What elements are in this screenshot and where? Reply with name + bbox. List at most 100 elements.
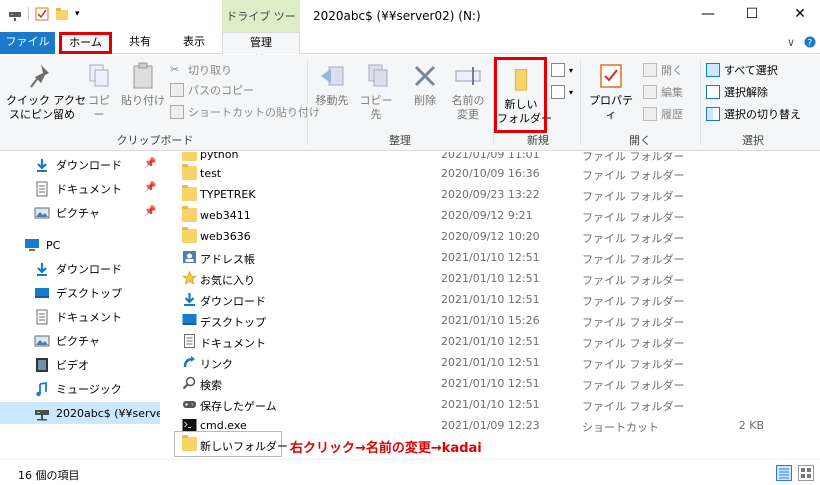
select-none-label: 選択解除 xyxy=(724,86,768,99)
tab-view[interactable]: 表示 xyxy=(170,32,218,54)
nav-item-network-drive[interactable]: 2020abc$ (¥¥server0 xyxy=(0,402,160,424)
list-item[interactable]: 検索 2021/01/10 12:51 ファイル フォルダー xyxy=(180,373,810,394)
list-item[interactable]: リンク 2021/01/10 12:51 ファイル フォルダー xyxy=(180,352,810,373)
delete-button[interactable]: 削除 xyxy=(410,59,440,108)
maximize-button[interactable]: ☐ xyxy=(742,6,762,22)
file-name: web3636 xyxy=(200,230,251,243)
properties-button[interactable]: プロパティ xyxy=(585,59,637,122)
edit-button[interactable]: 編集 xyxy=(643,83,683,101)
invert-selection-icon xyxy=(706,107,720,121)
delete-label: 削除 xyxy=(414,94,436,107)
nav-item-label: PC xyxy=(46,238,61,252)
list-item[interactable]: ダウンロード 2021/01/10 12:51 ファイル フォルダー xyxy=(180,289,810,310)
properties-icon[interactable] xyxy=(35,7,49,21)
nav-item-pictures-quick[interactable]: ピクチャ xyxy=(34,202,154,224)
list-item-new-folder[interactable]: 新しいフォルダー xyxy=(180,434,810,455)
file-name: python xyxy=(200,152,239,161)
ribbon-divider xyxy=(580,59,581,145)
select-group-label: 選択 xyxy=(742,134,764,147)
file-list[interactable]: python 2021/01/09 11:01 ファイル フォルダー test … xyxy=(160,152,820,459)
nav-item-pictures[interactable]: ピクチャ xyxy=(34,330,154,352)
list-item[interactable]: お気に入り 2021/01/10 12:51 ファイル フォルダー xyxy=(180,268,810,289)
organize-group-label: 整理 xyxy=(389,134,411,147)
nav-item-downloads[interactable]: ダウンロード xyxy=(34,258,154,280)
file-type: ショートカット xyxy=(582,421,659,434)
select-none-button[interactable]: 選択解除 xyxy=(706,83,768,101)
file-name[interactable]: 新しいフォルダー xyxy=(200,438,288,454)
file-date: 2021/01/10 12:51 xyxy=(441,251,540,264)
ribbon-collapse-chevron-icon[interactable]: ∨ xyxy=(787,36,795,49)
history-button[interactable]: 履歴 xyxy=(643,105,683,123)
large-icons-view-icon[interactable] xyxy=(798,465,814,481)
list-item[interactable]: test 2020/10/09 16:36 ファイル フォルダー xyxy=(180,163,810,184)
minimize-button[interactable]: — xyxy=(698,6,718,22)
pc-icon xyxy=(25,239,39,251)
nav-item-pc[interactable]: PC xyxy=(24,234,154,256)
file-type: ファイル フォルダー xyxy=(582,232,685,245)
move-to-icon xyxy=(321,66,344,86)
network-drive-icon xyxy=(35,410,49,421)
paste-shortcut-button[interactable]: ショートカットの貼り付け xyxy=(170,103,320,121)
document-icon xyxy=(36,309,48,325)
file-date: 2021/01/10 15:26 xyxy=(441,314,540,327)
download-icon xyxy=(37,263,47,276)
open-button[interactable]: 開く xyxy=(643,61,683,79)
file-type: ファイル フォルダー xyxy=(582,169,685,182)
list-item[interactable]: web3411 2020/09/12 9:21 ファイル フォルダー xyxy=(180,205,810,226)
navigation-pane[interactable]: ダウンロード 📌 ドキュメント 📌 ピクチャ 📌 PC ダウンロード デスクトッ… xyxy=(0,152,160,459)
nav-item-videos[interactable]: ビデオ xyxy=(34,354,154,376)
paste-button[interactable]: 貼り付け xyxy=(120,59,166,108)
cut-label: 切り取り xyxy=(188,64,232,77)
cut-button[interactable]: ✂ 切り取り xyxy=(170,61,232,79)
help-icon[interactable]: ? xyxy=(804,36,816,51)
tab-share[interactable]: 共有 xyxy=(118,32,162,54)
tab-file[interactable]: ファイル xyxy=(0,32,55,54)
nav-item-label: ミュージック xyxy=(56,383,122,396)
picture-icon xyxy=(34,335,50,347)
drive-icon[interactable] xyxy=(8,7,22,21)
nav-item-music[interactable]: ミュージック xyxy=(34,378,154,400)
select-none-icon xyxy=(706,85,720,99)
select-all-button[interactable]: すべて選択 xyxy=(706,61,778,79)
nav-item-documents-quick[interactable]: ドキュメント xyxy=(34,178,154,200)
list-item[interactable]: 保存したゲーム 2021/01/10 12:51 ファイル フォルダー xyxy=(180,394,810,415)
file-type: ファイル フォルダー xyxy=(582,190,685,203)
details-view-icon[interactable] xyxy=(776,465,792,481)
copy-to-button[interactable]: コピー先 xyxy=(356,59,396,122)
rename-button[interactable]: 名前の 変更 xyxy=(448,59,488,122)
folder-icon xyxy=(182,435,197,451)
file-name: ドキュメント xyxy=(200,337,266,350)
list-item[interactable]: デスクトップ 2021/01/10 15:26 ファイル フォルダー xyxy=(180,310,810,331)
list-item[interactable]: アドレス帳 2021/01/10 12:51 ファイル フォルダー xyxy=(180,247,810,268)
new-item-button[interactable]: ▾ xyxy=(551,61,573,79)
list-item[interactable]: web3636 2020/09/12 10:20 ファイル フォルダー xyxy=(180,226,810,247)
title-bar: ▾ ドライブ ツール 2020abc$ (¥¥server02) (N:) — … xyxy=(0,0,820,57)
picture-icon xyxy=(34,207,50,219)
easy-access-button[interactable]: ▾ xyxy=(551,83,573,101)
file-type: ファイル フォルダー xyxy=(582,379,685,392)
copy-button[interactable]: コピー xyxy=(84,59,114,122)
move-to-button[interactable]: 移動先 xyxy=(312,59,352,108)
list-item[interactable]: TYPETREK 2020/09/23 13:22 ファイル フォルダー xyxy=(180,184,810,205)
tab-manage[interactable]: 管理 xyxy=(222,32,300,54)
invert-selection-button[interactable]: 選択の切り替え xyxy=(706,105,801,123)
delete-x-icon xyxy=(414,65,436,87)
context-tab-header: ドライブ ツール xyxy=(222,0,300,57)
file-type: ファイル フォルダー xyxy=(582,358,685,371)
document-icon xyxy=(184,334,195,348)
tab-home[interactable]: ホーム xyxy=(59,32,112,54)
file-date: 2021/01/09 11:01 xyxy=(441,152,540,161)
close-button[interactable]: ✕ xyxy=(790,6,810,22)
pin-quick-access-button[interactable]: クイック アクセ スにピン留め xyxy=(6,59,86,122)
file-type: ファイル フォルダー xyxy=(582,295,685,308)
copy-path-button[interactable]: パスのコピー xyxy=(170,81,254,99)
edit-icon xyxy=(643,85,657,99)
file-type: ファイル フォルダー xyxy=(582,316,685,329)
list-item[interactable]: ドキュメント 2021/01/10 12:51 ファイル フォルダー xyxy=(180,331,810,352)
customize-toolbar-chevron-icon[interactable]: ▾ xyxy=(75,7,89,21)
svg-text:?: ? xyxy=(808,39,813,49)
nav-item-desktop[interactable]: デスクトップ xyxy=(34,282,154,304)
new-folder-icon[interactable] xyxy=(55,7,69,21)
nav-item-downloads-quick[interactable]: ダウンロード xyxy=(34,154,154,176)
nav-item-documents[interactable]: ドキュメント xyxy=(34,306,154,328)
